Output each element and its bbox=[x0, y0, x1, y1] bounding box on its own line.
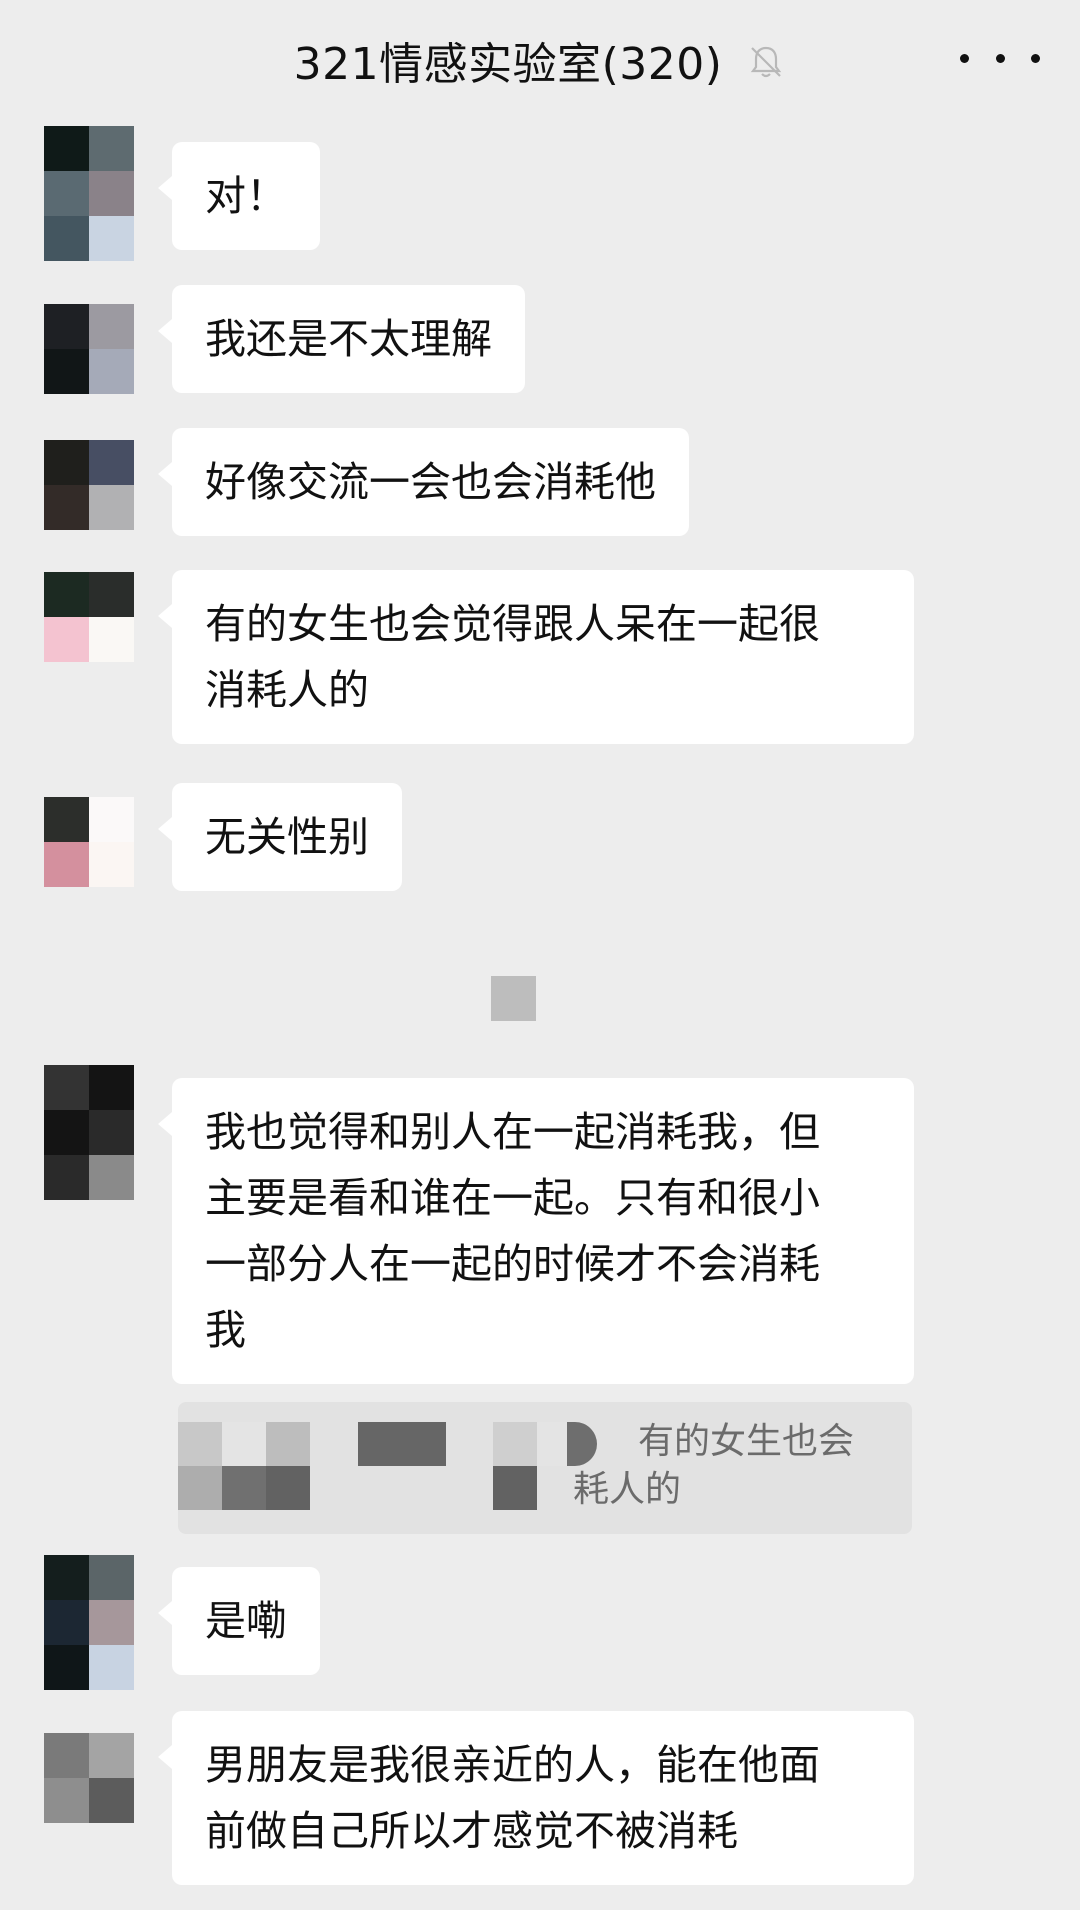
avatar-pixel bbox=[44, 126, 89, 171]
avatar[interactable] bbox=[44, 1065, 134, 1200]
avatar-pixel bbox=[44, 617, 89, 662]
avatar-pixel bbox=[89, 1110, 134, 1155]
mosaic-block bbox=[493, 1422, 537, 1466]
chat-header: 321情感实验室(320) bbox=[0, 0, 1080, 118]
mosaic-block bbox=[358, 1422, 446, 1466]
avatar-pixel bbox=[89, 617, 134, 662]
message-bubble[interactable]: 对！ bbox=[158, 142, 320, 250]
message-bubble[interactable]: 男朋友是我很亲近的人，能在他面 前做自己所以才感觉不被消耗 bbox=[158, 1711, 914, 1885]
mosaic-block bbox=[222, 1466, 266, 1510]
avatar-pixel bbox=[44, 1600, 89, 1645]
avatar-pixel bbox=[89, 485, 134, 530]
mosaic-icon bbox=[491, 976, 536, 1021]
avatar-pixel bbox=[44, 304, 89, 349]
message-bubble[interactable]: 我还是不太理解 bbox=[158, 285, 525, 393]
avatar-pixel bbox=[89, 797, 134, 842]
avatar[interactable] bbox=[44, 126, 134, 261]
avatar-pixel bbox=[89, 349, 134, 394]
avatar-pixel bbox=[89, 171, 134, 216]
avatar-pixel bbox=[44, 1110, 89, 1155]
mosaic-block bbox=[567, 1422, 597, 1466]
avatar-pixel bbox=[44, 171, 89, 216]
avatar-pixel bbox=[89, 440, 134, 485]
avatar-pixel bbox=[89, 126, 134, 171]
mosaic-block bbox=[266, 1422, 310, 1466]
quoted-reply[interactable]: 有的女生也会 耗人的 bbox=[178, 1402, 912, 1534]
avatar-pixel bbox=[89, 572, 134, 617]
mosaic-block bbox=[266, 1466, 310, 1510]
message-bubble[interactable]: 有的女生也会觉得跟人呆在一起很 消耗人的 bbox=[158, 570, 914, 744]
avatar-pixel bbox=[89, 842, 134, 887]
avatar-pixel bbox=[89, 216, 134, 261]
avatar-pixel bbox=[89, 1778, 134, 1823]
mosaic-block bbox=[222, 1422, 266, 1466]
mosaic-block bbox=[537, 1422, 567, 1466]
mosaic-block bbox=[178, 1466, 222, 1510]
quote-text-line1: 有的女生也会 bbox=[638, 1421, 855, 1462]
avatar-pixel bbox=[44, 1733, 89, 1778]
avatar-pixel bbox=[44, 1645, 89, 1690]
quote-text-line2: 耗人的 bbox=[573, 1469, 682, 1510]
avatar-pixel bbox=[89, 1600, 134, 1645]
message-bubble[interactable]: 好像交流一会也会消耗他 bbox=[158, 428, 689, 536]
message-bubble[interactable]: 无关性别 bbox=[158, 783, 402, 891]
avatar-pixel bbox=[89, 1645, 134, 1690]
avatar-pixel bbox=[89, 1065, 134, 1110]
avatar-pixel bbox=[44, 1065, 89, 1110]
message-bubble[interactable]: 我也觉得和别人在一起消耗我，但 主要是看和谁在一起。只有和很小 一部分人在一起的… bbox=[158, 1078, 914, 1384]
avatar-pixel bbox=[89, 304, 134, 349]
avatar-pixel bbox=[44, 440, 89, 485]
avatar[interactable] bbox=[44, 797, 134, 887]
avatar[interactable] bbox=[44, 304, 134, 394]
more-dots-icon[interactable] bbox=[960, 40, 1040, 76]
mosaic-block bbox=[178, 1422, 222, 1466]
bell-off-icon bbox=[751, 46, 782, 78]
avatar-pixel bbox=[44, 1555, 89, 1600]
avatar-pixel bbox=[44, 842, 89, 887]
avatar[interactable] bbox=[44, 1733, 134, 1823]
avatar-pixel bbox=[89, 1733, 134, 1778]
avatar-pixel bbox=[89, 1555, 134, 1600]
avatar-pixel bbox=[44, 797, 89, 842]
avatar[interactable] bbox=[44, 440, 134, 530]
mosaic-block bbox=[493, 1466, 537, 1510]
avatar-pixel bbox=[44, 485, 89, 530]
avatar[interactable] bbox=[44, 572, 134, 662]
avatar-pixel bbox=[89, 1155, 134, 1200]
avatar-pixel bbox=[44, 1155, 89, 1200]
avatar-pixel bbox=[44, 1778, 89, 1823]
avatar-pixel bbox=[44, 572, 89, 617]
avatar-pixel bbox=[44, 216, 89, 261]
avatar-pixel bbox=[44, 349, 89, 394]
avatar[interactable] bbox=[44, 1555, 134, 1690]
chat-title[interactable]: 321情感实验室(320) bbox=[294, 28, 723, 92]
message-bubble[interactable]: 是嘞 bbox=[158, 1567, 320, 1675]
